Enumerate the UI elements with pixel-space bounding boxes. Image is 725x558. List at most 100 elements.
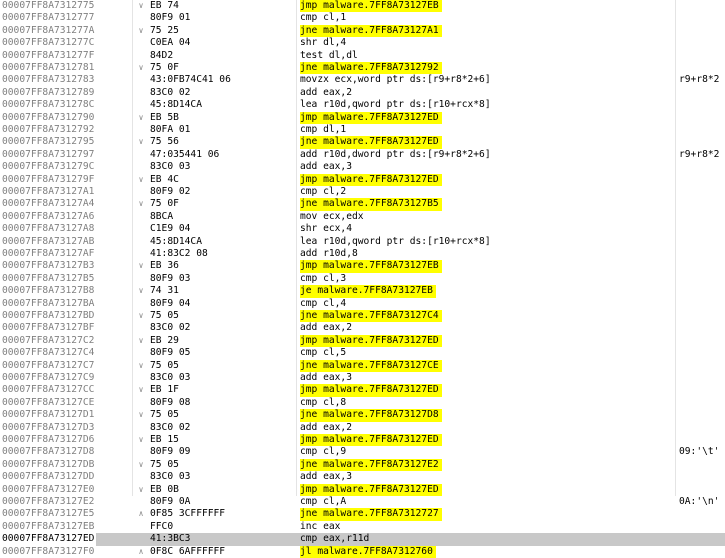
disassembly-view[interactable]: 00007FF8A7312775 ∨ EB 74 jmp malware.7FF… [0, 0, 725, 558]
jump-arrow-icon: ∨ [138, 25, 144, 35]
jump-arrow-icon: ∨ [138, 459, 144, 469]
instruction-row[interactable]: 00007FF8A7312797 47:035441 06 add r10d,d… [0, 149, 725, 161]
instruction-cell: cmp cl,9 [300, 446, 347, 458]
address-cell: 00007FF8A73127A1 [2, 186, 95, 197]
jump-arrow-icon [136, 12, 146, 24]
instruction-cell: add eax,3 [300, 471, 352, 483]
instruction-row[interactable]: 00007FF8A73127A1 80F9 02 cmp cl,2 [0, 186, 725, 198]
instruction-row[interactable]: 00007FF8A7312795 ∨ 75 56 jne malware.7FF… [0, 136, 725, 149]
address-cell: 00007FF8A73127D1 [2, 409, 95, 421]
instruction-cell: shr ecx,4 [300, 223, 352, 235]
bytes-cell: 80F9 09 [150, 446, 191, 458]
instruction-row[interactable]: 00007FF8A73127BA 80F9 04 cmp cl,4 [0, 298, 725, 310]
instruction-row[interactable]: 00007FF8A7312777 80F9 01 cmp cl,1 [0, 12, 725, 24]
instruction-row[interactable]: 00007FF8A73127C9 83C0 03 add eax,3 [0, 372, 725, 384]
instruction-row[interactable]: 00007FF8A73127CE 80F9 08 cmp cl,8 [0, 397, 725, 409]
address-cell: 00007FF8A73127D8 [2, 446, 95, 458]
instruction-row[interactable]: 00007FF8A731277C C0EA 04 shr dl,4 [0, 37, 725, 49]
instruction-row[interactable]: 00007FF8A731277F 84D2 test dl,dl [0, 50, 725, 62]
instruction-row[interactable]: 00007FF8A73127C7 ∨ 75 05 jne malware.7FF… [0, 359, 725, 372]
instruction-row[interactable]: 00007FF8A73127C4 80F9 05 cmp cl,5 [0, 347, 725, 359]
jump-arrow-icon [136, 471, 146, 483]
bytes-cell: 45:8D14CA [150, 99, 202, 111]
jump-arrow-icon [136, 273, 146, 285]
instruction-row[interactable]: 00007FF8A7312789 83C0 02 add eax,2 [0, 87, 725, 99]
bytes-cell: 75 05 [150, 359, 179, 371]
instruction-row[interactable]: 00007FF8A73127AB 45:8D14CA lea r10d,qwor… [0, 236, 725, 248]
instruction-row[interactable]: 00007FF8A73127D6 ∨ EB 15 jmp malware.7FF… [0, 434, 725, 447]
bytes-cell: 83C0 02 [150, 421, 191, 433]
instruction-row[interactable]: 00007FF8A73127C2 ∨ EB 29 jmp malware.7FF… [0, 334, 725, 348]
jump-arrow-icon: ∧ [138, 509, 144, 519]
instruction-row[interactable]: 00007FF8A73127E0 ∨ EB 0B jmp malware.7FF… [0, 483, 725, 496]
bytes-cell: 43:0FB74C41 06 [150, 74, 231, 86]
instruction-row[interactable]: 00007FF8A73127EB FFC0 inc eax [0, 521, 725, 533]
instruction-cell: cmp cl,3 [300, 272, 347, 284]
instruction-cell: jmp malware.7FF8A73127ED [300, 111, 442, 124]
instruction-row[interactable]: 00007FF8A7312790 ∨ EB 5B jmp malware.7FF… [0, 111, 725, 124]
address-cell: 00007FF8A73127C7 [2, 359, 95, 371]
address-cell: 00007FF8A73127C4 [2, 347, 95, 359]
instruction-row[interactable]: 00007FF8A73127B5 80F9 03 cmp cl,3 [0, 273, 725, 285]
jump-arrow-icon: ∨ [138, 435, 144, 444]
instruction-row[interactable]: 00007FF8A7312783 43:0FB74C41 06 movzx ec… [0, 74, 725, 86]
address-cell: 00007FF8A73127D3 [2, 421, 95, 433]
bytes-cell: 80FA 01 [150, 124, 191, 135]
instruction-row[interactable]: 00007FF8A73127DB ∨ 75 05 jne malware.7FF… [0, 458, 725, 472]
bytes-cell: 83C0 03 [150, 471, 191, 483]
bytes-cell: 8BCA [150, 210, 174, 222]
instruction-cell: jne malware.7FF8A7312792 [300, 62, 442, 75]
bytes-cell: EB 0B [150, 483, 179, 495]
instruction-row[interactable]: 00007FF8A73127D8 80F9 09 cmp cl,9 09:'\t… [0, 446, 725, 458]
instruction-row[interactable]: 00007FF8A73127CC ∨ EB 1F jmp malware.7FF… [0, 384, 725, 397]
instruction-row[interactable]: 00007FF8A73127AF 41:83C2 08 add r10d,8 [0, 248, 725, 260]
bytes-cell: 83C0 03 [150, 161, 191, 173]
jump-arrow-icon [136, 372, 146, 384]
instruction-cell: add eax,2 [300, 421, 352, 433]
instruction-row[interactable]: 00007FF8A731277A ∨ 75 25 jne malware.7FF… [0, 24, 725, 38]
bytes-cell: C1E9 04 [150, 223, 191, 235]
instruction-row[interactable]: 00007FF8A731279F ∨ EB 4C jmp malware.7FF… [0, 173, 725, 186]
instruction-row[interactable]: 00007FF8A73127BD ∨ 75 05 jne malware.7FF… [0, 310, 725, 323]
address-cell: 00007FF8A73127A8 [2, 223, 95, 235]
instruction-cell: movzx ecx,word ptr ds:[r9+r8*2+6] [300, 74, 491, 86]
instruction-row[interactable]: 00007FF8A7312781 ∨ 75 0F jne malware.7FF… [0, 62, 725, 75]
instruction-row[interactable]: 00007FF8A731278C 45:8D14CA lea r10d,qwor… [0, 99, 725, 111]
instruction-row[interactable]: 00007FF8A73127D3 83C0 02 add eax,2 [0, 422, 725, 434]
instruction-row[interactable]: 00007FF8A73127E2 80F9 0A cmp cl,A 0A:'\n… [0, 496, 725, 508]
instruction-cell: lea r10d,qword ptr ds:[r10+rcx*8] [300, 235, 491, 247]
instruction-cell: cmp cl,8 [300, 396, 347, 408]
instruction-row[interactable]: 00007FF8A73127E5 ∧ 0F85 3CFFFFFF jne mal… [0, 508, 725, 521]
jump-arrow-icon: ∨ [138, 112, 144, 122]
bytes-cell: 47:035441 06 [150, 148, 220, 160]
instruction-row[interactable]: 00007FF8A73127A8 C1E9 04 shr ecx,4 [0, 223, 725, 235]
jump-arrow-icon [136, 347, 146, 359]
instruction-cell: jne malware.7FF8A73127ED [300, 136, 442, 149]
instruction-row[interactable]: 00007FF8A73127ED 41:3BC3 cmp eax,r11d [0, 533, 725, 546]
instruction-row[interactable]: 00007FF8A73127BF 83C0 02 add eax,2 [0, 322, 725, 334]
jump-arrow-icon [136, 496, 146, 508]
instruction-row[interactable]: 00007FF8A73127F0 ∧ 0F8C 6AFFFFFF jl malw… [0, 545, 725, 558]
jump-arrow-icon: ∨ [138, 261, 144, 271]
instruction-row[interactable]: 00007FF8A73127B8 ∨ 74 31 je malware.7FF8… [0, 285, 725, 298]
instruction-row[interactable]: 00007FF8A73127DD 83C0 03 add eax,3 [0, 471, 725, 483]
instruction-row[interactable]: 00007FF8A73127D1 ∨ 75 05 jne malware.7FF… [0, 409, 725, 422]
instruction-row[interactable]: 00007FF8A731279C 83C0 03 add eax,3 [0, 161, 725, 173]
address-cell: 00007FF8A73127C2 [2, 334, 95, 346]
instruction-row[interactable]: 00007FF8A73127B3 ∨ EB 36 jmp malware.7FF… [0, 260, 725, 273]
address-cell: 00007FF8A73127BA [2, 297, 95, 309]
jump-arrow-icon [136, 99, 146, 111]
jump-arrow-icon [136, 74, 146, 86]
instruction-cell: cmp dl,1 [300, 124, 347, 135]
instruction-row[interactable]: 00007FF8A73127A4 ∨ 75 0F jne malware.7FF… [0, 198, 725, 211]
address-cell: 00007FF8A7312783 [2, 74, 95, 86]
bytes-cell: EB 74 [150, 0, 179, 11]
instruction-row[interactable]: 00007FF8A7312792 80FA 01 cmp dl,1 [0, 124, 725, 136]
jump-arrow-icon: ∨ [138, 484, 144, 494]
instruction-cell: jmp malware.7FF8A73127EB [300, 0, 442, 13]
bytes-cell: 80F9 08 [150, 396, 191, 408]
instruction-row[interactable]: 00007FF8A73127A6 8BCA mov ecx,edx [0, 211, 725, 223]
jump-arrow-icon [136, 124, 146, 136]
address-cell: 00007FF8A73127DB [2, 458, 95, 470]
instruction-row[interactable]: 00007FF8A7312775 ∨ EB 74 jmp malware.7FF… [0, 0, 725, 13]
